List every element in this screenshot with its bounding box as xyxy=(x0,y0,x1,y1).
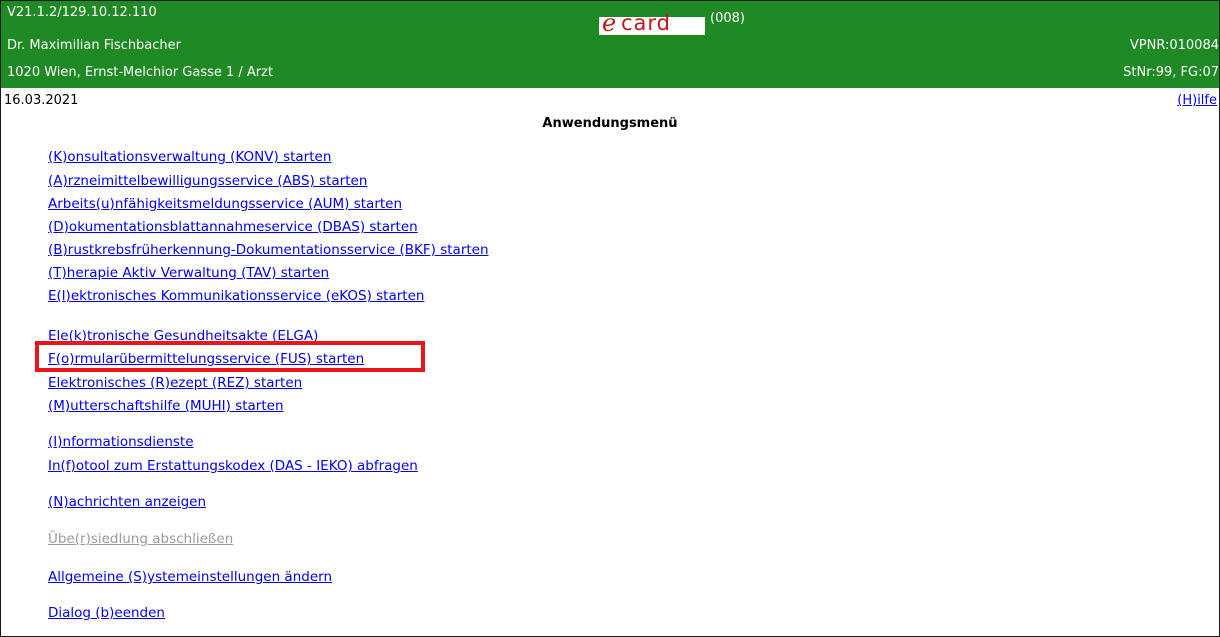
menu-item-ekos[interactable]: E(l)ektronisches Kommunikationsservice (… xyxy=(48,288,424,304)
header-bar: V21.1.2/129.10.12.110 e card (008) Dr. Ma… xyxy=(1,1,1219,88)
menu-item-rez[interactable]: Elektronisches (R)ezept (REZ) starten xyxy=(48,375,302,391)
menu-item-fus[interactable]: F(o)rmularübermittelungsservice (FUS) st… xyxy=(48,351,364,367)
menu-item-konv[interactable]: (K)onsultationsverwaltung (KONV) starten xyxy=(48,149,331,165)
menu-item-ieko[interactable]: In(f)otool zum Erstattungskodex (DAS - I… xyxy=(48,458,418,474)
version-info: V21.1.2/129.10.12.110 xyxy=(7,5,157,20)
screen-code: (008) xyxy=(710,11,745,26)
menu-item-muhi[interactable]: (M)utterschaftshilfe (MUHI) starten xyxy=(48,398,284,414)
help-link[interactable]: (H)ilfe xyxy=(1177,93,1217,108)
practice-address: 1020 Wien, Ernst-Melchior Gasse 1 / Arzt xyxy=(7,65,274,80)
page-title: Anwendungsmenü xyxy=(542,116,678,131)
menu-item-systemeinstellungen[interactable]: Allgemeine (S)ystemeinstellungen ändern xyxy=(48,569,332,585)
menu-item-abs[interactable]: (A)rzneimittelbewilligungsservice (ABS) … xyxy=(48,173,367,189)
app-window: V21.1.2/129.10.12.110 e card (008) Dr. Ma… xyxy=(0,0,1220,637)
station-info: StNr:99, FG:07 xyxy=(1123,65,1219,80)
menu-item-aum[interactable]: Arbeits(u)nfähigkeitsmeldungsservice (AU… xyxy=(48,196,402,212)
doctor-name: Dr. Maximilian Fischbacher xyxy=(7,38,182,53)
menu-item-elga[interactable]: Ele(k)tronische Gesundheitsakte (ELGA) xyxy=(48,328,318,344)
menu-item-dialog-beenden[interactable]: Dialog (b)eenden xyxy=(48,605,165,621)
menu-item-tav[interactable]: (T)herapie Aktiv Verwaltung (TAV) starte… xyxy=(48,265,329,281)
ecard-logo: e card xyxy=(599,11,705,35)
menu-item-dbas[interactable]: (D)okumentationsblattannahmeservice (DBA… xyxy=(48,219,418,235)
menu-item-uebersiedlung: Übe(r)siedlung abschließen xyxy=(48,531,234,547)
menu-item-bkf[interactable]: (B)rustkrebsfrüherkennung-Dokumentations… xyxy=(48,242,489,258)
menu-item-informationsdienste[interactable]: (I)nformationsdienste xyxy=(48,434,194,450)
current-date: 16.03.2021 xyxy=(4,93,79,108)
menu-item-nachrichten[interactable]: (N)achrichten anzeigen xyxy=(48,494,206,510)
vpnr-label: VPNR:010084 xyxy=(1129,38,1219,53)
